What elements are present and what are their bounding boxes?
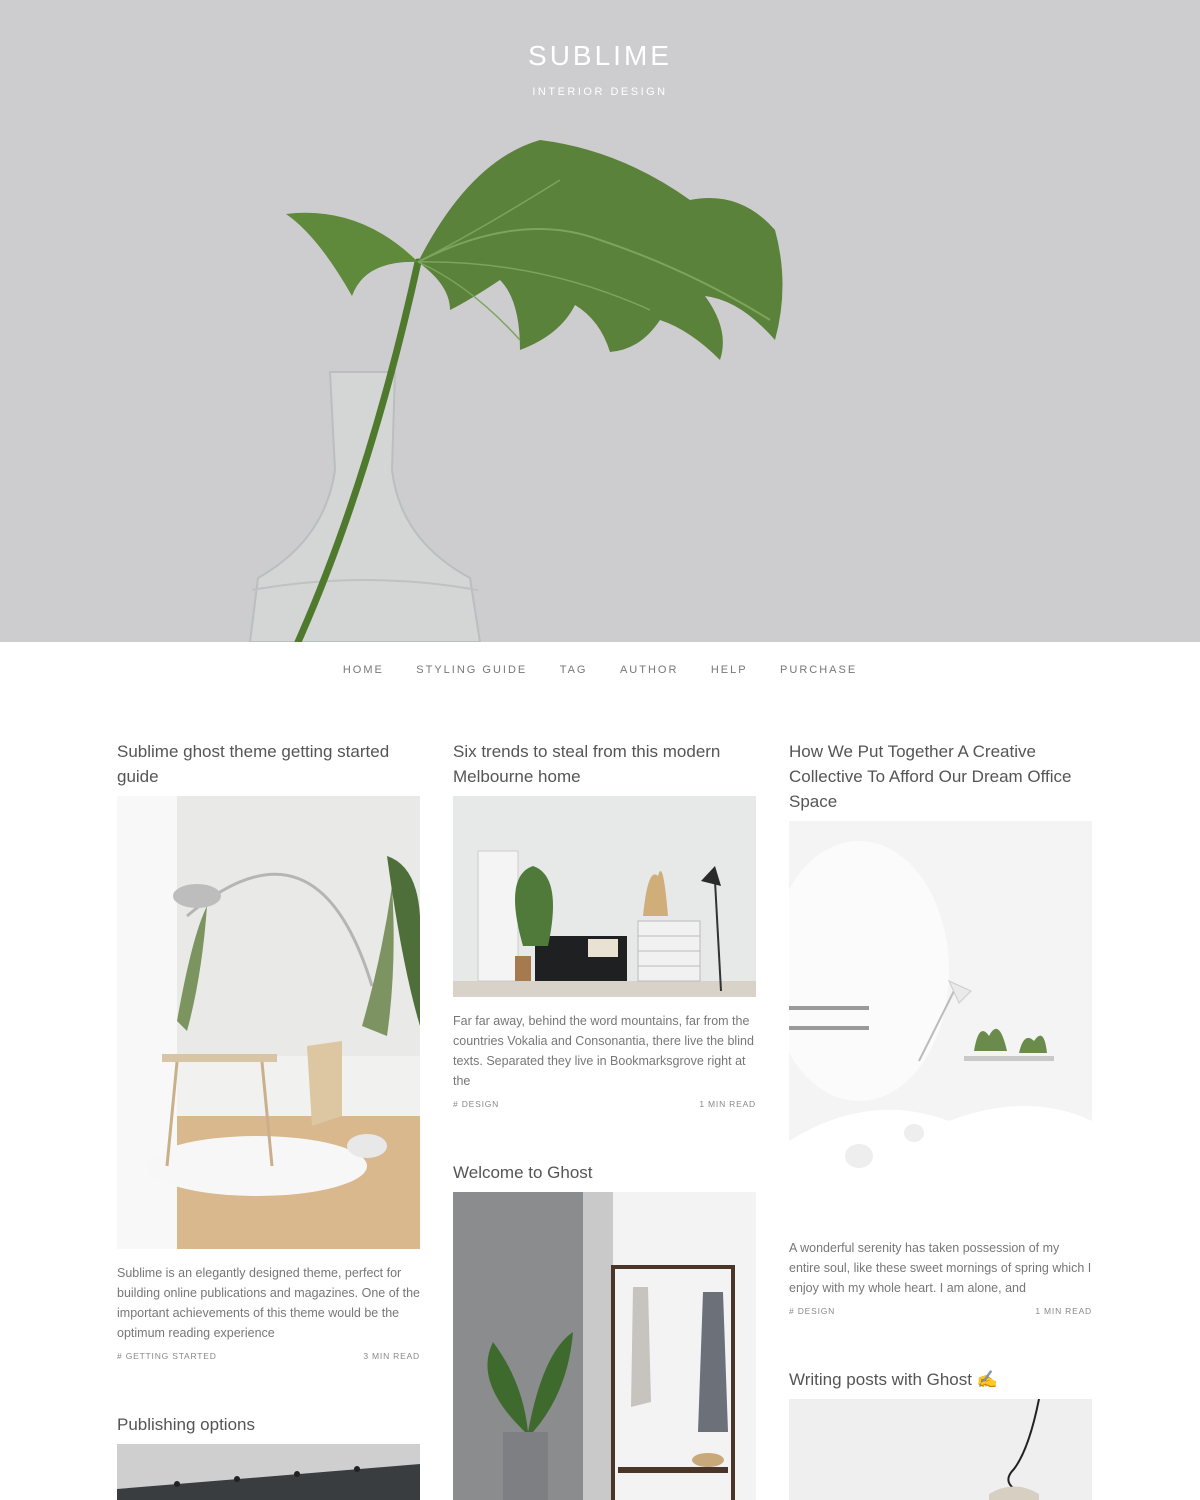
post-image[interactable] [453,796,756,997]
post-tag[interactable]: # DESIGN [453,1099,499,1109]
post-card[interactable]: Six trends to steal from this modern Mel… [453,739,756,1109]
post-title[interactable]: Sublime ghost theme getting started guid… [117,739,420,789]
post-meta: # GETTING STARTED 3 MIN READ [117,1351,420,1361]
reading-time: 3 MIN READ [363,1351,420,1361]
post-image[interactable] [453,1192,756,1500]
post-image[interactable] [117,1444,420,1500]
hero-banner: SUBLIME INTERIOR DESIGN [0,0,1200,642]
post-tag[interactable]: # GETTING STARTED [117,1351,217,1361]
post-meta: # DESIGN 1 MIN READ [789,1306,1092,1316]
nav-help[interactable]: HELP [711,664,748,676]
post-excerpt: Far far away, behind the word mountains,… [453,1014,754,1088]
post-card[interactable]: Writing posts with Ghost ✍️ [789,1367,1092,1500]
post-card[interactable]: Sublime ghost theme getting started guid… [117,739,420,1361]
post-tag[interactable]: # DESIGN [789,1306,835,1316]
post-card[interactable]: Publishing options [117,1412,420,1500]
main-navigation: HOME STYLING GUIDE TAG AUTHOR HELP PURCH… [0,660,1200,678]
post-image[interactable] [789,1399,1092,1500]
post-image[interactable] [789,821,1092,1224]
site-title[interactable]: SUBLIME [0,40,1200,72]
reading-time: 1 MIN READ [1035,1306,1092,1316]
post-title[interactable]: Six trends to steal from this modern Mel… [453,739,756,789]
post-title[interactable]: Writing posts with Ghost ✍️ [789,1367,1092,1392]
post-meta: # DESIGN 1 MIN READ [453,1099,756,1109]
post-card[interactable]: Welcome to Ghost [453,1160,756,1500]
post-excerpt: Sublime is an elegantly designed theme, … [117,1266,420,1340]
site-tagline: INTERIOR DESIGN [532,86,668,98]
nav-author[interactable]: AUTHOR [620,664,678,676]
nav-home[interactable]: HOME [343,664,384,676]
post-card[interactable]: How We Put Together A Creative Collectiv… [789,739,1092,1316]
post-image[interactable] [117,796,420,1249]
post-excerpt: A wonderful serenity has taken possessio… [789,1241,1092,1295]
reading-time: 1 MIN READ [699,1099,756,1109]
post-title[interactable]: Publishing options [117,1412,420,1437]
nav-styling-guide[interactable]: STYLING GUIDE [416,664,527,676]
post-title[interactable]: Welcome to Ghost [453,1160,756,1185]
nav-tag[interactable]: TAG [560,664,588,676]
post-title[interactable]: How We Put Together A Creative Collectiv… [789,739,1092,814]
nav-purchase[interactable]: PURCHASE [780,664,857,676]
